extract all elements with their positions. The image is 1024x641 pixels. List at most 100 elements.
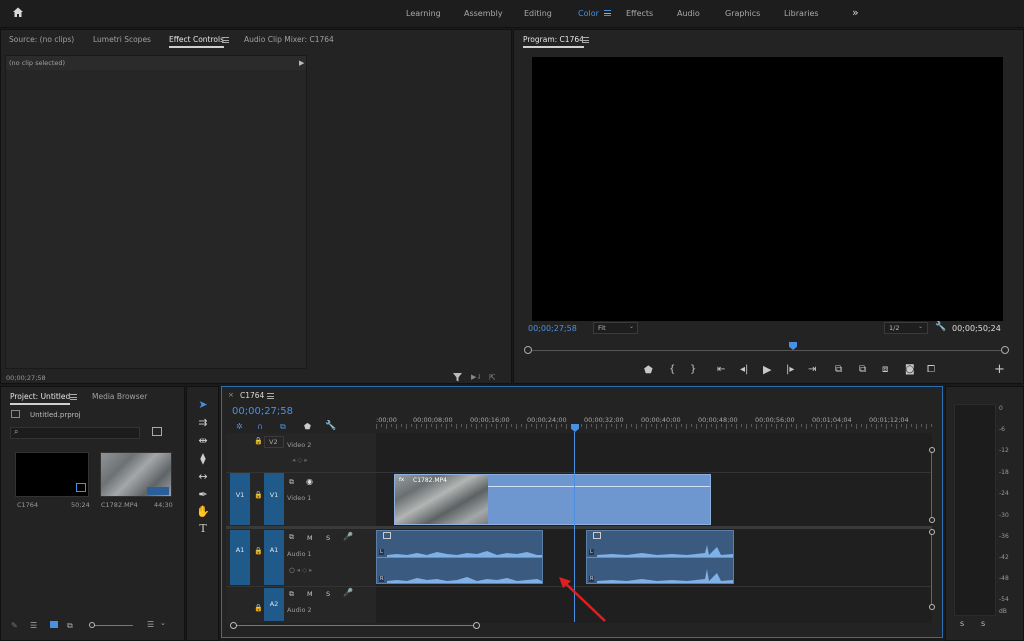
a1-target[interactable]: A1 bbox=[264, 530, 284, 585]
tab-lumetri-scopes[interactable]: Lumetri Scopes bbox=[93, 35, 151, 44]
list-view-icon[interactable]: ☰ bbox=[30, 621, 37, 630]
ripple-edit-tool-icon[interactable]: ⇹ bbox=[195, 434, 211, 448]
step-forward-icon[interactable]: |▸ bbox=[786, 364, 794, 375]
a2-target[interactable]: A2 bbox=[264, 588, 284, 621]
a1-lock-icon[interactable]: 🔒 bbox=[254, 547, 263, 555]
program-video-display[interactable] bbox=[532, 57, 1003, 321]
v2-keyframe-nav[interactable]: ◂ ◇ ▸ bbox=[292, 456, 308, 464]
program-menu-icon[interactable] bbox=[582, 37, 589, 43]
wrench-icon[interactable]: 🔧 bbox=[935, 322, 946, 332]
meter-solo-right[interactable]: S bbox=[981, 620, 985, 628]
a1-source-patch[interactable]: A1 bbox=[230, 530, 250, 585]
project-search-input[interactable]: ⌕ bbox=[10, 427, 140, 439]
a2-mic-icon[interactable]: 🎤 bbox=[343, 588, 353, 597]
v1-lock-icon[interactable]: 🔒 bbox=[254, 491, 263, 499]
project-menu-icon[interactable] bbox=[70, 394, 77, 400]
a2-lock-icon[interactable]: 🔒 bbox=[254, 604, 263, 612]
a1-solo-button[interactable]: S bbox=[326, 534, 330, 542]
workspace-learning[interactable]: Learning bbox=[406, 9, 441, 18]
a1-sync-icon[interactable]: ⧉ bbox=[289, 533, 294, 542]
comparison-view-icon[interactable]: ⧠ bbox=[927, 364, 935, 375]
program-playhead-marker[interactable] bbox=[789, 342, 797, 350]
a1-mic-icon[interactable]: 🎤 bbox=[343, 532, 353, 541]
new-bin-icon[interactable] bbox=[152, 427, 162, 436]
tab-effect-controls[interactable]: Effect Controls bbox=[169, 35, 224, 48]
pencil-icon[interactable]: ✎ bbox=[11, 621, 18, 630]
overwrite-icon[interactable]: ⧉ bbox=[859, 364, 866, 375]
sequence-menu-icon[interactable] bbox=[267, 393, 274, 399]
tab-project[interactable]: Project: Untitled bbox=[10, 392, 71, 405]
mark-in-icon[interactable]: { bbox=[669, 364, 675, 375]
timeline-vscroll-audio[interactable] bbox=[929, 529, 935, 610]
add-marker-icon[interactable]: ⬟ bbox=[644, 365, 653, 376]
v1-target[interactable]: V1 bbox=[264, 473, 284, 525]
play-only-audio-icon[interactable]: ▶⇃ bbox=[471, 373, 482, 381]
type-tool-icon[interactable]: T bbox=[195, 522, 211, 536]
timeline-settings-icon[interactable]: 🔧 bbox=[325, 421, 336, 431]
project-item-clip[interactable] bbox=[100, 452, 172, 497]
lift-icon[interactable]: ⧈ bbox=[882, 364, 888, 375]
v1-source-patch[interactable]: V1 bbox=[230, 473, 250, 525]
sequence-tab[interactable]: C1764 bbox=[240, 391, 264, 400]
timeline-hscroll[interactable] bbox=[230, 622, 480, 630]
timeline-vscroll-video[interactable] bbox=[929, 447, 935, 523]
meter-solo-left[interactable]: S bbox=[960, 620, 964, 628]
resolution-dropdown[interactable]: 1/2 ⌄ bbox=[884, 322, 928, 334]
magnet-icon[interactable]: ∩ bbox=[257, 422, 263, 431]
scrub-right-handle[interactable] bbox=[1001, 346, 1009, 354]
export-frame-icon[interactable]: ◙ bbox=[905, 364, 915, 375]
v2-target[interactable]: V2 bbox=[264, 436, 284, 448]
panel-menu-icon[interactable] bbox=[222, 37, 229, 43]
filter-icon[interactable] bbox=[453, 373, 463, 384]
add-marker-icon[interactable]: ⬟ bbox=[304, 422, 311, 431]
a2-sync-icon[interactable]: ⧉ bbox=[289, 590, 294, 599]
track-select-tool-icon[interactable]: ⇉ bbox=[195, 416, 211, 430]
video-clip[interactable]: fx C1782.MP4 bbox=[394, 474, 711, 525]
scrub-left-handle[interactable] bbox=[524, 346, 532, 354]
play-icon[interactable]: ▶ bbox=[763, 363, 771, 376]
linked-selection-icon[interactable]: ⧉ bbox=[280, 422, 286, 432]
workspace-libraries[interactable]: Libraries bbox=[784, 9, 819, 18]
workspace-assembly[interactable]: Assembly bbox=[464, 9, 503, 18]
home-icon[interactable] bbox=[12, 6, 24, 20]
workspace-effects[interactable]: Effects bbox=[626, 9, 653, 18]
razor-tool-icon[interactable]: ⧫ bbox=[195, 452, 211, 466]
zoom-slider[interactable] bbox=[89, 621, 133, 629]
pen-tool-icon[interactable]: ✒ bbox=[195, 488, 211, 502]
tab-media-browser[interactable]: Media Browser bbox=[92, 392, 147, 401]
a1-keyframe-nav[interactable]: ○ ◂ ◇ ▸ bbox=[289, 566, 312, 574]
icon-view-icon[interactable] bbox=[50, 621, 58, 628]
fit-dropdown[interactable]: Fit ⌄ bbox=[593, 322, 638, 334]
workspace-graphics[interactable]: Graphics bbox=[725, 9, 760, 18]
snap-icon[interactable]: ✲ bbox=[236, 422, 243, 431]
add-button-icon[interactable]: + bbox=[994, 362, 1005, 377]
hand-tool-icon[interactable]: ✋ bbox=[195, 505, 211, 519]
go-to-out-icon[interactable]: ⇥ bbox=[808, 364, 816, 375]
v1-sync-icon[interactable]: ⧉ bbox=[289, 478, 294, 487]
more-workspaces-icon[interactable]: » bbox=[852, 6, 859, 19]
step-back-icon[interactable]: ◂| bbox=[740, 364, 748, 375]
sort-icon[interactable]: ☰ bbox=[147, 620, 154, 629]
audio-clip-1[interactable]: L R bbox=[376, 530, 543, 584]
program-scrub-bar[interactable] bbox=[524, 342, 1009, 355]
tab-source[interactable]: Source: (no clips) bbox=[9, 35, 74, 44]
program-playhead-timecode[interactable]: 00;00;27;58 bbox=[528, 324, 577, 333]
close-sequence-icon[interactable]: × bbox=[228, 391, 234, 399]
workspace-menu-icon[interactable] bbox=[604, 10, 611, 16]
v2-lock-icon[interactable]: 🔒 bbox=[254, 437, 263, 445]
timeline-timecode[interactable]: 00;00;27;58 bbox=[232, 406, 293, 417]
workspace-color[interactable]: Color bbox=[578, 9, 599, 18]
slip-tool-icon[interactable]: ↔ bbox=[195, 470, 211, 484]
insert-icon[interactable]: ⧉ bbox=[835, 364, 842, 375]
mark-out-icon[interactable]: } bbox=[690, 364, 696, 375]
export-icon[interactable]: ⇱ bbox=[489, 373, 496, 382]
program-title[interactable]: Program: C1764 bbox=[523, 35, 584, 48]
workspace-editing[interactable]: Editing bbox=[524, 9, 552, 18]
a1-mute-button[interactable]: M bbox=[307, 534, 313, 542]
project-item-sequence[interactable] bbox=[15, 452, 89, 497]
freeform-view-icon[interactable]: ⧉ bbox=[67, 621, 73, 631]
workspace-audio[interactable]: Audio bbox=[677, 9, 700, 18]
v1-eye-icon[interactable]: ◉ bbox=[306, 477, 313, 486]
tab-audio-clip-mixer[interactable]: Audio Clip Mixer: C1764 bbox=[244, 35, 334, 44]
expand-arrow-icon[interactable]: ▶ bbox=[299, 59, 304, 67]
